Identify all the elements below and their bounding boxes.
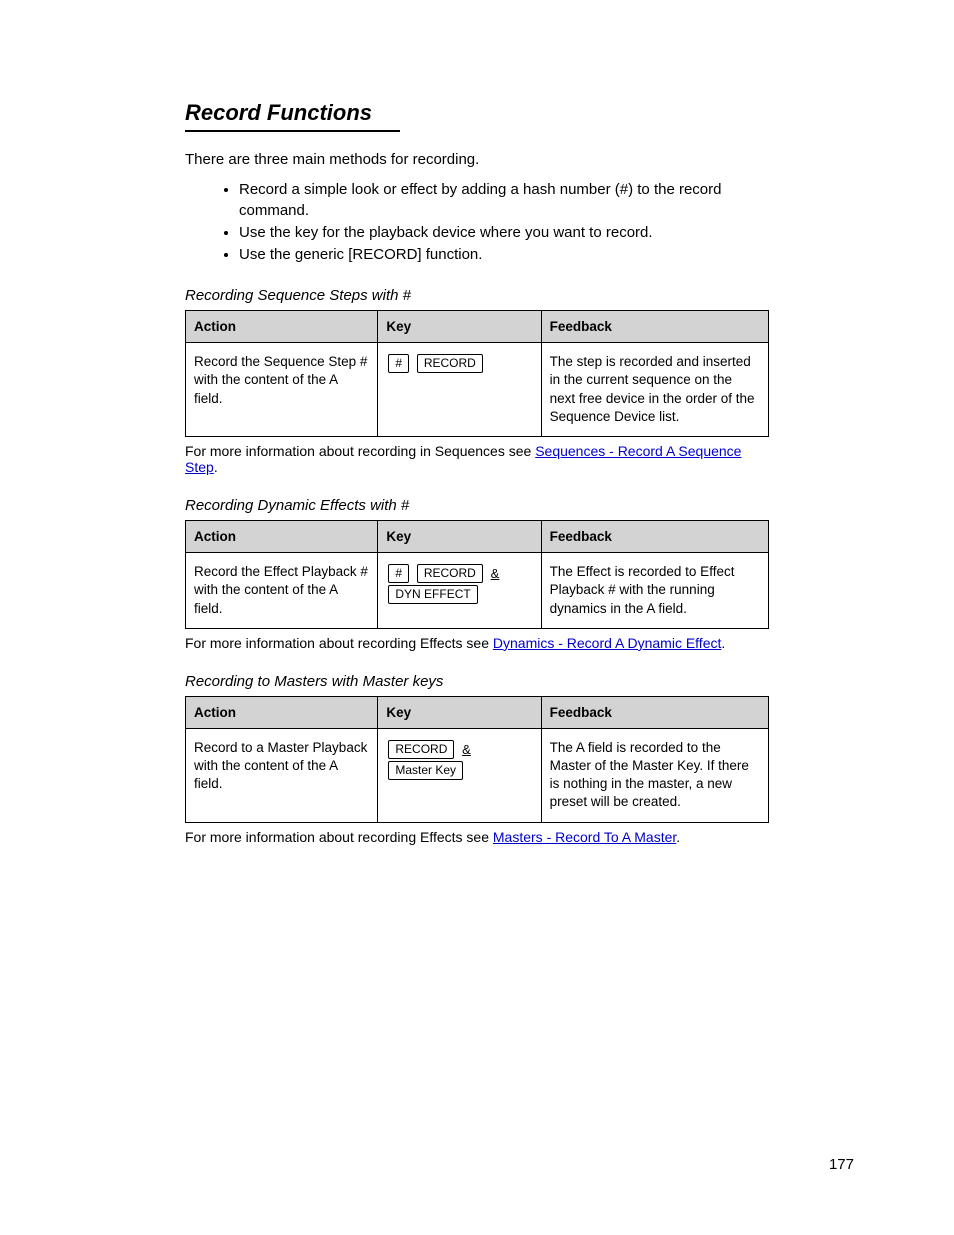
table-header: Key <box>378 521 541 553</box>
intro-text: There are three main methods for recordi… <box>185 150 769 170</box>
caption-text: For more information about recording Eff… <box>185 829 493 845</box>
caption-text: For more information about recording in … <box>185 443 535 459</box>
table-header: Key <box>378 311 541 343</box>
cell-keys: # RECORD <box>378 343 541 437</box>
cell-action: Record the Effect Playback # with the co… <box>186 553 378 629</box>
table-header: Action <box>186 696 378 728</box>
cross-reference-link[interactable]: Dynamics - Record A Dynamic Effect <box>493 635 721 651</box>
caption-text: . <box>721 635 725 651</box>
cell-action: Record the Sequence Step # with the cont… <box>186 343 378 437</box>
cell-keys: # RECORD &DYN EFFECT <box>378 553 541 629</box>
table-row: Record the Effect Playback # with the co… <box>186 553 769 629</box>
table-header: Feedback <box>541 696 768 728</box>
page-number: 177 <box>829 1156 854 1173</box>
title-divider <box>185 130 400 132</box>
table-row: Record to a Master Playback with the con… <box>186 728 769 822</box>
list-item: Record a simple look or effect by adding… <box>239 180 769 221</box>
section-caption: For more information about recording Eff… <box>185 829 769 845</box>
action-table: Action Key Feedback Record the Effect Pl… <box>185 520 769 629</box>
cell-feedback: The A field is recorded to the Master of… <box>541 728 768 822</box>
cell-feedback: The Effect is recorded to Effect Playbac… <box>541 553 768 629</box>
cell-action: Record to a Master Playback with the con… <box>186 728 378 822</box>
table-row: Record the Sequence Step # with the cont… <box>186 343 769 437</box>
intro-list: Record a simple look or effect by adding… <box>185 180 769 265</box>
section-heading: Recording Sequence Steps with # <box>185 287 769 304</box>
list-item: Use the key for the playback device wher… <box>239 223 769 243</box>
caption-text: . <box>214 459 218 475</box>
action-table: Action Key Feedback Record the Sequence … <box>185 310 769 437</box>
cell-keys: RECORD &Master Key <box>378 728 541 822</box>
table-header: Action <box>186 521 378 553</box>
section-heading: Recording Dynamic Effects with # <box>185 497 769 514</box>
table-header: Action <box>186 311 378 343</box>
action-table: Action Key Feedback Record to a Master P… <box>185 696 769 823</box>
table-header: Key <box>378 696 541 728</box>
list-item: Use the generic [RECORD] function. <box>239 245 769 265</box>
section-heading: Recording to Masters with Master keys <box>185 673 769 690</box>
section-caption: For more information about recording in … <box>185 443 769 475</box>
caption-text: For more information about recording Eff… <box>185 635 493 651</box>
cell-feedback: The step is recorded and inserted in the… <box>541 343 768 437</box>
table-header: Feedback <box>541 311 768 343</box>
table-header: Feedback <box>541 521 768 553</box>
cross-reference-link[interactable]: Masters - Record To A Master <box>493 829 676 845</box>
page-title: Record Functions <box>185 100 769 130</box>
caption-text: . <box>676 829 680 845</box>
section-caption: For more information about recording Eff… <box>185 635 769 651</box>
